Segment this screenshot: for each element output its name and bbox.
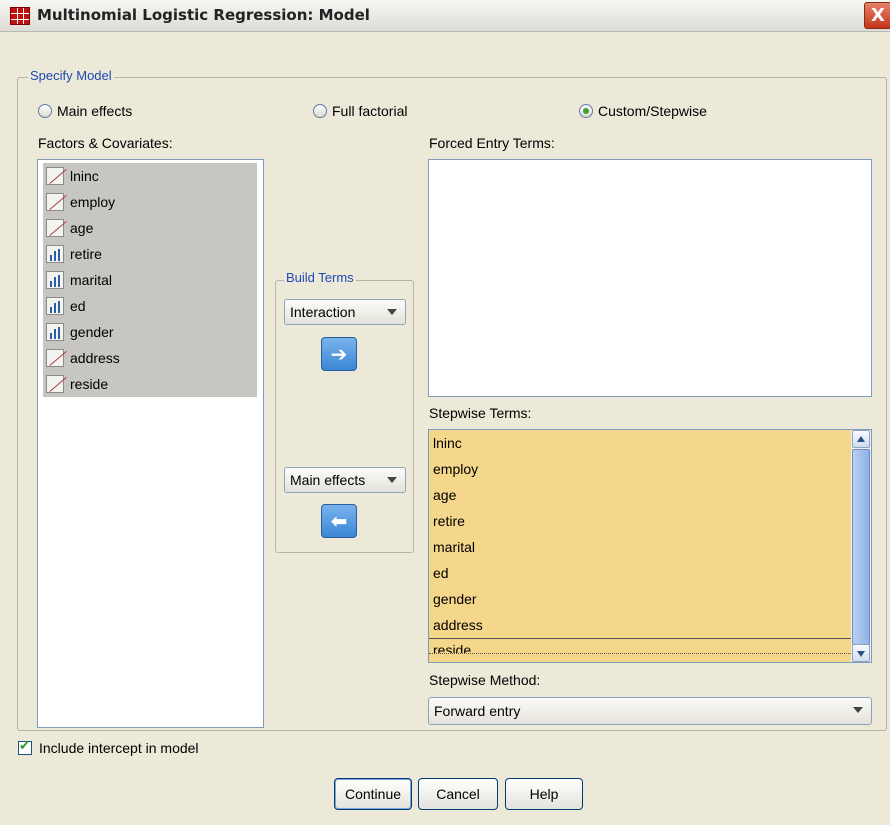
forced-term-type-value: Interaction xyxy=(290,304,356,320)
list-item-label: lninc xyxy=(70,168,99,184)
list-item[interactable]: lninc xyxy=(429,430,871,456)
left-arrow-icon: ⬅ xyxy=(330,509,348,533)
include-intercept-label: Include intercept in model xyxy=(39,740,199,756)
radio-main-effects-circle[interactable] xyxy=(38,104,52,118)
move-to-forced-button[interactable]: ➔ xyxy=(321,337,357,371)
scale-icon xyxy=(46,219,64,237)
radio-full-factorial-label: Full factorial xyxy=(332,103,408,119)
scroll-up-icon xyxy=(857,436,865,442)
move-to-stepwise-button[interactable]: ⬅ xyxy=(321,504,357,538)
list-item-label: reside xyxy=(70,376,109,392)
stepwise-method-label: Stepwise Method: xyxy=(429,672,541,688)
build-terms-legend: Build Terms xyxy=(284,270,356,285)
nominal-icon xyxy=(46,245,64,263)
radio-custom-stepwise-circle[interactable] xyxy=(579,104,593,118)
title-bar: Multinomial Logistic Regression: Model X xyxy=(0,0,890,32)
scroll-thumb[interactable] xyxy=(852,449,870,645)
list-item[interactable]: address xyxy=(429,612,871,638)
cancel-button[interactable]: Cancel xyxy=(418,778,498,810)
chevron-down-icon xyxy=(387,477,397,483)
radio-full-factorial-circle[interactable] xyxy=(313,104,327,118)
stepwise-method-select[interactable]: Forward entry xyxy=(428,697,872,725)
list-item[interactable]: gender xyxy=(43,319,257,345)
list-item-label: age xyxy=(70,220,94,236)
radio-full-factorial[interactable]: Full factorial xyxy=(313,103,407,119)
close-button[interactable]: X xyxy=(864,2,890,29)
list-item-label: gender xyxy=(70,324,114,340)
help-button[interactable]: Help xyxy=(505,778,583,810)
radio-custom-stepwise[interactable]: Custom/Stepwise xyxy=(579,103,707,119)
radio-custom-stepwise-label: Custom/Stepwise xyxy=(598,103,707,119)
radio-main-effects-label: Main effects xyxy=(57,103,133,119)
stepwise-term-type-select[interactable]: Main effects xyxy=(284,467,406,493)
forced-term-type-select[interactable]: Interaction xyxy=(284,299,406,325)
scale-icon xyxy=(46,349,64,367)
window-title: Multinomial Logistic Regression: Model xyxy=(37,6,370,24)
chevron-down-icon xyxy=(387,309,397,315)
list-item[interactable]: retire xyxy=(43,241,257,267)
stepwise-terms-list[interactable]: lninc employ age retire marital ed gende… xyxy=(428,429,872,663)
specify-model-legend: Specify Model xyxy=(28,68,114,83)
list-item[interactable]: gender xyxy=(429,586,871,612)
list-item[interactable]: retire xyxy=(429,508,871,534)
scroll-down-button[interactable] xyxy=(852,644,870,662)
list-item-label: address xyxy=(70,350,120,366)
scale-icon xyxy=(46,375,64,393)
list-item[interactable]: ed xyxy=(429,560,871,586)
list-item[interactable]: age xyxy=(429,482,871,508)
factors-list[interactable]: lninc employ age retire marital ed gende… xyxy=(37,159,264,728)
scroll-up-button[interactable] xyxy=(852,430,870,448)
stepwise-term-type-value: Main effects xyxy=(290,472,366,488)
list-item[interactable]: reside xyxy=(43,371,257,397)
list-item[interactable]: employ xyxy=(43,189,257,215)
factors-label: Factors & Covariates: xyxy=(38,135,173,151)
radio-main-effects[interactable]: Main effects xyxy=(38,103,132,119)
list-item-label: marital xyxy=(70,272,113,288)
stepwise-method-value: Forward entry xyxy=(434,703,521,719)
scroll-down-icon xyxy=(857,651,865,657)
list-item[interactable]: age xyxy=(43,215,257,241)
list-item-label: employ xyxy=(70,194,116,210)
forced-entry-label: Forced Entry Terms: xyxy=(429,135,555,151)
app-icon xyxy=(10,7,30,25)
list-item[interactable]: marital xyxy=(429,534,871,560)
nominal-icon xyxy=(46,297,64,315)
include-intercept-checkbox[interactable] xyxy=(18,739,32,755)
stepwise-terms-label: Stepwise Terms: xyxy=(429,405,532,421)
list-item[interactable]: employ xyxy=(429,456,871,482)
list-item[interactable]: address xyxy=(43,345,257,371)
right-arrow-icon: ➔ xyxy=(330,342,348,366)
scale-icon xyxy=(46,193,64,211)
nominal-icon xyxy=(46,271,64,289)
list-item[interactable]: lninc xyxy=(43,163,257,189)
nominal-icon xyxy=(46,323,64,341)
list-item[interactable]: ed xyxy=(43,293,257,319)
list-item[interactable]: reside xyxy=(429,638,871,654)
list-item[interactable]: marital xyxy=(43,267,257,293)
forced-entry-list[interactable] xyxy=(428,159,872,397)
vertical-scrollbar[interactable] xyxy=(851,430,871,662)
chevron-down-icon xyxy=(853,707,863,713)
continue-button[interactable]: Continue xyxy=(334,778,412,810)
scale-icon xyxy=(46,167,64,185)
list-item-label: retire xyxy=(70,246,102,262)
list-item-label: ed xyxy=(70,298,86,314)
